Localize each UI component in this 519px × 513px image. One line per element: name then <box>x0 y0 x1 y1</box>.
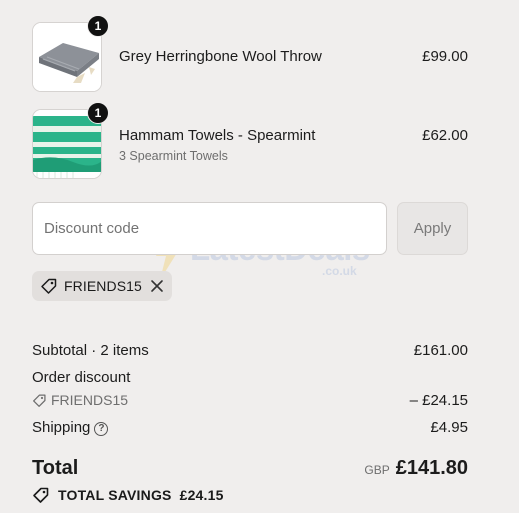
tag-icon <box>33 393 46 407</box>
tag-icon <box>41 278 57 294</box>
applied-discount-chip: FRIENDS15 <box>32 271 172 301</box>
subtotal-value: £161.00 <box>413 342 468 359</box>
order-discount-value: – £24.15 <box>409 392 468 409</box>
close-icon <box>151 280 163 292</box>
shipping-row: Shipping? £4.95 <box>32 419 468 436</box>
total-value: £141.80 <box>395 457 468 479</box>
product-thumbnail: 1 <box>32 15 109 92</box>
product-thumbnail: 1 <box>32 102 109 179</box>
tag-icon <box>33 487 49 503</box>
item-title: Grey Herringbone Wool Throw <box>119 48 322 65</box>
line-item-wool-throw: 1 Grey Herringbone Wool Throw £99.00 <box>32 15 468 94</box>
applied-code-label: FRIENDS15 <box>64 278 142 294</box>
order-discount-label: Order discount <box>32 369 131 386</box>
total-savings: TOTAL SAVINGS £24.15 <box>32 486 224 504</box>
quantity-badge: 1 <box>87 15 109 37</box>
subtotal-label: Subtotal · 2 items <box>32 342 149 359</box>
shipping-label: Shipping <box>32 419 91 436</box>
shipping-value: £4.95 <box>430 419 468 436</box>
quantity-badge: 1 <box>87 102 109 124</box>
apply-discount-button[interactable]: Apply <box>397 202 468 255</box>
item-price: £62.00 <box>422 127 468 144</box>
item-title: Hammam Towels - Spearmint <box>119 127 316 144</box>
remove-discount-button[interactable] <box>150 279 164 293</box>
item-price: £99.00 <box>422 48 468 65</box>
savings-label: TOTAL SAVINGS <box>58 487 172 503</box>
help-icon[interactable]: ? <box>94 421 109 436</box>
currency-code: GBP <box>364 463 390 477</box>
watermark-subtext: .co.uk <box>322 264 357 278</box>
item-variant: 3 Spearmint Towels <box>119 149 228 163</box>
subtotal-row: Subtotal · 2 items £161.00 <box>32 342 468 359</box>
discount-code-input[interactable] <box>32 202 387 255</box>
savings-value: £24.15 <box>179 487 224 503</box>
order-discount-row: Order discount <box>32 369 468 386</box>
line-item-hammam-towels: 1 Hammam Towels - Spearmint 3 Spearmint … <box>32 102 468 181</box>
total-label: Total <box>32 457 79 479</box>
total-row: Total GBP £141.80 <box>32 457 468 480</box>
order-discount-code-row: FRIENDS15 – £24.15 <box>32 392 468 412</box>
order-discount-code: FRIENDS15 <box>51 392 129 408</box>
